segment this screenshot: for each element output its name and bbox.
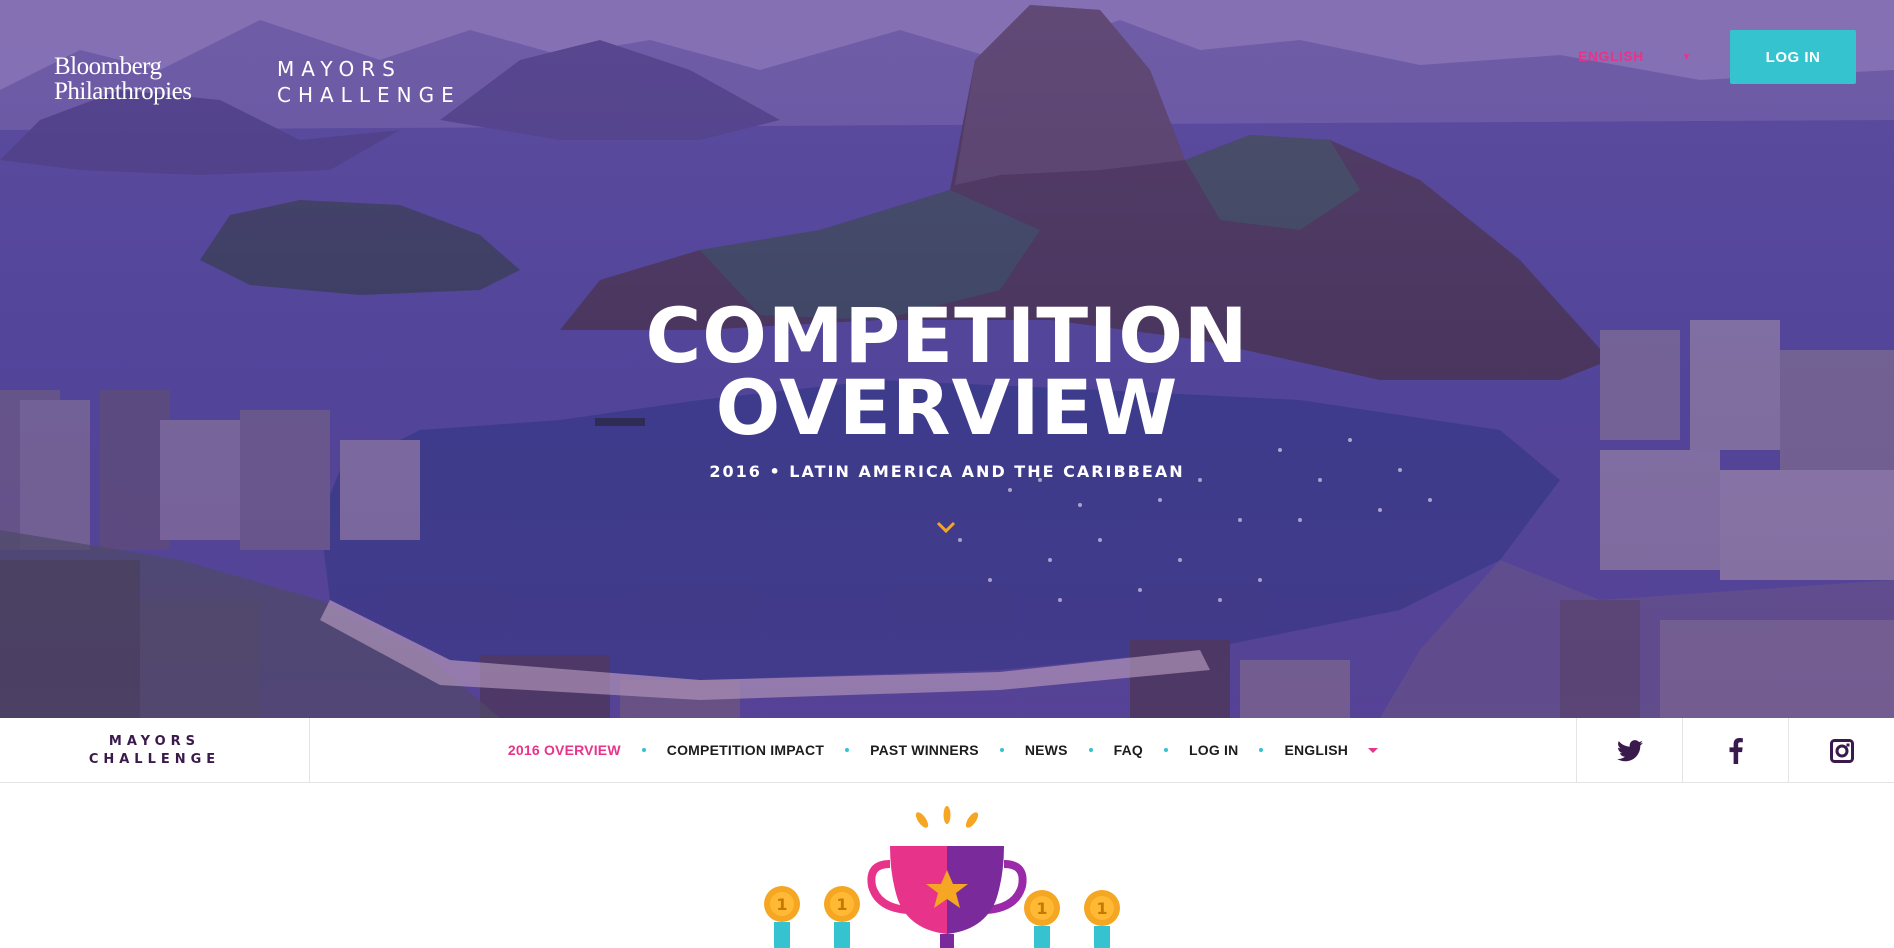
chevron-down-icon: ▾ — [1683, 50, 1690, 63]
navbar-menu: 2016 OVERVIEW COMPETITION IMPACT PAST WI… — [310, 718, 1576, 782]
svg-text:1: 1 — [836, 895, 847, 914]
page-title-line: OVERVIEW — [715, 363, 1179, 452]
navbar-logo-line: CHALLENGE — [88, 751, 221, 767]
svg-text:1: 1 — [776, 895, 787, 914]
facebook-button[interactable] — [1682, 718, 1788, 783]
instagram-button[interactable] — [1788, 718, 1894, 783]
nav-item-2016-overview[interactable]: 2016 OVERVIEW — [487, 742, 642, 758]
secondary-navbar: MAYORS CHALLENGE 2016 OVERVIEW COMPETITI… — [0, 718, 1894, 783]
medal-icon: 1 — [1024, 890, 1060, 948]
logo-line: CHALLENGE — [277, 83, 461, 107]
logo-line: MAYORS — [277, 57, 402, 81]
caret-down-icon — [1368, 747, 1379, 753]
language-selector[interactable]: ENGLISH ▾ — [1578, 48, 1690, 64]
instagram-icon — [1829, 738, 1854, 763]
navbar-logo-line: MAYORS — [108, 733, 201, 749]
navbar-logo[interactable]: MAYORS CHALLENGE — [0, 718, 310, 783]
nav-item-login[interactable]: LOG IN — [1168, 742, 1259, 758]
medal-icon: 1 — [824, 886, 860, 948]
login-button[interactable]: LOG IN — [1730, 30, 1856, 84]
nav-item-competition-impact[interactable]: COMPETITION IMPACT — [646, 742, 845, 758]
svg-text:1: 1 — [1096, 899, 1107, 918]
trophy-illustration: 1 1 1 1 — [764, 806, 1120, 948]
scroll-down-chevron-icon[interactable] — [935, 520, 957, 534]
svg-text:1: 1 — [1036, 899, 1047, 918]
hero-banner: Bloomberg Philanthropies MAYORS CHALLENG… — [0, 0, 1894, 718]
twitter-icon — [1616, 739, 1643, 761]
bloomberg-philanthropies-logo[interactable]: Bloomberg Philanthropies — [54, 53, 192, 105]
page-title-line: COMPETITION — [645, 291, 1249, 380]
nav-item-news[interactable]: NEWS — [1004, 742, 1089, 758]
facebook-icon — [1729, 737, 1743, 764]
logo-line: Bloomberg — [54, 53, 162, 80]
medal-icon: 1 — [764, 886, 800, 948]
page-subtitle: 2016 • LATIN AMERICA AND THE CARIBBEAN — [709, 462, 1185, 481]
medal-icon: 1 — [1084, 890, 1120, 948]
twitter-button[interactable] — [1576, 718, 1682, 783]
nav-item-language[interactable]: ENGLISH — [1263, 742, 1399, 758]
language-label: ENGLISH — [1578, 48, 1644, 64]
overview-content: 1 1 1 1 — [0, 784, 1894, 948]
social-links — [1576, 718, 1894, 783]
page-title: COMPETITION OVERVIEW — [0, 291, 1894, 452]
nav-item-faq[interactable]: FAQ — [1093, 742, 1164, 758]
nav-language-label: ENGLISH — [1284, 742, 1349, 758]
logo-line: Philanthropies — [54, 78, 192, 105]
mayors-challenge-logo[interactable]: MAYORS CHALLENGE — [277, 56, 461, 108]
nav-item-past-winners[interactable]: PAST WINNERS — [849, 742, 1000, 758]
sparkle-icon — [915, 806, 979, 828]
